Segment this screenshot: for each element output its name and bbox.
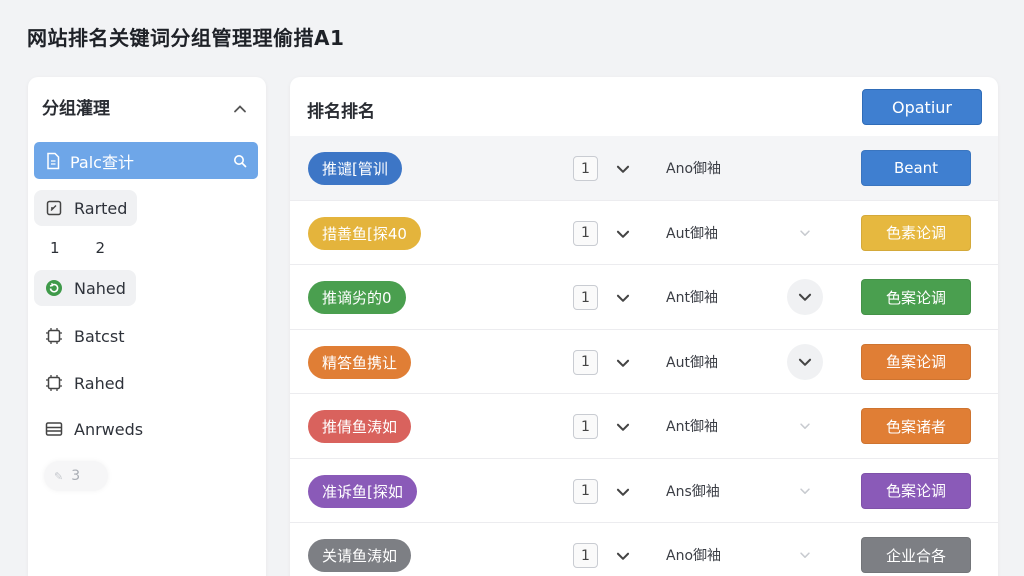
sidebar-chip-nahed[interactable]: Nahed [34,270,136,306]
primary-action-button[interactable]: Opatiur [862,89,982,125]
chip-icon [44,326,64,346]
sidebar-header: 分组灌理 [42,97,252,121]
row-action-button[interactable]: 色案诸者 [861,408,971,444]
row-text: Ans御袖 [666,483,720,500]
table-row[interactable]: 推谴[管训 1 Ano御袖 Beant [290,136,998,201]
rank-input[interactable]: 1 [573,478,598,504]
list-icon [44,419,64,439]
sidebar-footer-label: 3 [71,468,81,484]
rank-input[interactable]: 1 [573,285,598,310]
keyword-tag[interactable]: 推谴[管训 [308,152,402,185]
sidebar-item-batcst[interactable]: Batcst [44,321,124,351]
table-row[interactable]: 关请鱼涛如 1 Ano御袖 企业合各 [290,523,998,576]
sidebar-item-label: Rahed [74,373,125,393]
row-text: Ano御袖 [666,548,722,564]
sidebar-title: 分组灌理 [42,99,110,119]
rank-input[interactable]: 1 [573,349,598,375]
rank-input[interactable]: 1 [573,414,598,439]
rank-input[interactable]: 1 [573,220,598,246]
chip-icon [44,373,64,393]
green-refresh-icon [44,278,64,298]
rows-list: 推谴[管训 1 Ano御袖 Beant 措善鱼[探40 1 Aut御袖 色素论调推谪劣的0 1 A… [290,136,998,576]
chevron-down-icon[interactable] [612,352,634,374]
keyword-tag[interactable]: 措善鱼[探40 [308,216,421,250]
page-link-1[interactable]: 1 [50,239,60,257]
sidebar-chip-label: Nahed [74,278,126,298]
keyword-tag[interactable]: 推谪劣的0 [308,281,406,314]
search-icon[interactable] [232,153,248,169]
sidebar-item-label: Batcst [74,326,125,346]
chevron-down-icon[interactable] [612,223,634,245]
row-text: Ant御袖 [666,419,718,435]
document-icon [44,152,62,170]
table-row[interactable]: 准诉鱼[探如 1 Ans御袖 色案论调 [290,459,998,523]
chevron-down-icon[interactable] [612,158,634,180]
edit-square-icon [44,198,64,218]
row-action-button[interactable]: 色案论调 [861,472,971,509]
row-action-button[interactable]: 色素论调 [861,214,971,251]
sidebar-item-label: Anrweds [74,419,144,439]
row-action-button[interactable]: 鱼案论调 [861,343,971,380]
rank-input[interactable]: 1 [573,156,598,181]
main-title: 排名排名 [307,102,375,122]
keyword-tag[interactable]: 关请鱼涛如 [308,539,412,572]
sidebar-search[interactable]: Palc查计 [34,142,258,179]
sidebar-item-rahed[interactable]: Rahed [44,368,125,398]
chevron-down-icon[interactable] [612,416,634,438]
row-text: Ano御袖 [666,161,722,177]
app-title: 网站排名关键词分组管理理偷措A1 [27,26,345,50]
expand-chevron-icon[interactable] [787,408,823,444]
table-row[interactable]: 推倩鱼涛如 1 Ant御袖 色案诸者 [290,394,998,459]
table-row[interactable]: 推谪劣的0 1 Ant御袖 色案论调 [290,265,998,330]
expand-chevron-icon[interactable] [787,473,823,509]
sidebar-chip-rarted[interactable]: Rarted [34,190,138,226]
sidebar-pagination: 1 2 [50,239,105,257]
rank-input[interactable]: 1 [573,543,598,568]
keyword-tag[interactable]: 推倩鱼涛如 [308,410,412,443]
row-text: Ant御袖 [666,290,718,306]
chevron-down-icon[interactable] [612,481,634,503]
row-text: Aut御袖 [666,354,718,371]
main-panel: 排名排名 Opatiur 推谴[管训 1 Ano御袖 Beant 措善鱼[探40 1 Aut… [290,77,998,576]
row-action-button[interactable]: Beant [861,150,971,186]
chevron-up-icon[interactable] [228,97,252,121]
chevron-down-icon[interactable] [612,545,634,567]
sidebar-item-anrweds[interactable]: Anrweds [44,414,143,444]
sidebar-search-label: Palc查计 [70,152,134,172]
table-row[interactable]: 措善鱼[探40 1 Aut御袖 色素论调 [290,201,998,265]
sidebar: 分组灌理 Palc查计 Rarted 1 2 Nahed Batcst Rahe… [28,77,266,576]
row-action-button[interactable]: 色案论调 [861,279,971,315]
pencil-icon: ✎ [54,469,64,483]
expand-chevron-icon[interactable] [787,279,823,315]
expand-chevron-icon[interactable] [787,343,823,380]
page-link-2[interactable]: 2 [96,239,106,257]
row-action-button[interactable]: 企业合各 [861,537,971,573]
chevron-down-icon[interactable] [612,287,634,309]
expand-chevron-icon[interactable] [787,537,823,573]
table-row[interactable]: 精答鱼携让 1 Aut御袖 鱼案论调 [290,330,998,394]
sidebar-chip-label: Rarted [74,198,128,218]
expand-chevron-icon[interactable] [787,215,823,251]
keyword-tag[interactable]: 准诉鱼[探如 [308,474,417,508]
keyword-tag[interactable]: 精答鱼携让 [308,345,412,379]
sidebar-footer-control[interactable]: ✎ 3 [44,461,108,491]
row-text: Aut御袖 [666,225,718,242]
